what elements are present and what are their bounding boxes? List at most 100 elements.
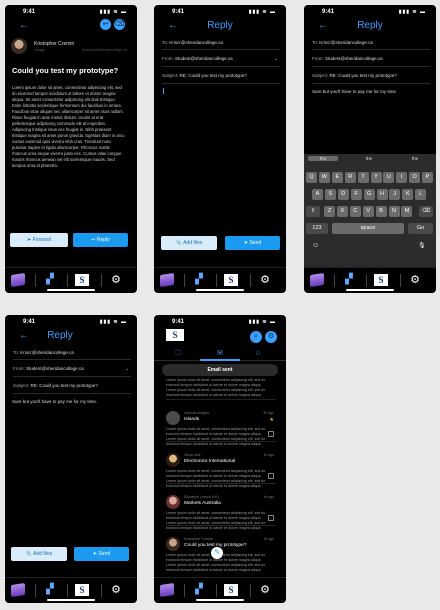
microphone-icon[interactable]: 🎙: [418, 242, 426, 249]
reply-body-input[interactable]: Sure but you'll have to pay me for my ti…: [12, 399, 97, 404]
space-key[interactable]: space: [332, 223, 404, 234]
teams-tab-icon[interactable]: ▞: [342, 274, 356, 286]
key-p[interactable]: P: [422, 172, 434, 183]
reply-round-button[interactable]: ↩: [100, 19, 111, 30]
books-tab-icon[interactable]: [11, 583, 25, 597]
sender-email: kcremin@sheridancollege.ca: [82, 48, 127, 52]
teams-tab-icon[interactable]: ▞: [192, 274, 206, 286]
back-arrow-icon[interactable]: ←: [19, 20, 29, 31]
key-u[interactable]: U: [383, 172, 395, 183]
suggestion-3[interactable]: the: [400, 156, 430, 161]
teams-tab-icon[interactable]: ▞: [43, 584, 57, 596]
chevron-down-icon[interactable]: ⌄: [125, 366, 129, 372]
key-g[interactable]: G: [363, 189, 375, 200]
key-e[interactable]: E: [331, 172, 343, 183]
suggestion-1[interactable]: the: [308, 156, 338, 161]
books-tab-icon[interactable]: [310, 273, 324, 287]
key-n[interactable]: N: [388, 206, 400, 217]
divider: [166, 525, 276, 526]
from-field[interactable]: From: Student@sheridancollege.ca: [312, 56, 430, 61]
from-field[interactable]: From: Student@sheridancollege.ca ⌄: [13, 366, 131, 371]
key-v[interactable]: V: [362, 206, 374, 217]
message-age: 1h ago: [263, 537, 274, 541]
settings-tab-icon[interactable]: ⚙: [109, 584, 123, 596]
go-key[interactable]: Go: [408, 223, 433, 234]
archive-icon[interactable]: ▫: [268, 431, 274, 437]
key-o[interactable]: O: [409, 172, 421, 183]
key-h[interactable]: H: [376, 189, 388, 200]
sheridan-tab-icon[interactable]: S: [75, 584, 89, 596]
settings-tab-icon[interactable]: ⚙: [109, 274, 123, 286]
trash-round-button[interactable]: ⌫: [114, 19, 125, 30]
list-item[interactable]: Sarah Ulik Electronics International 1h …: [154, 445, 286, 488]
sheridan-tab-icon[interactable]: S: [224, 584, 238, 596]
books-tab-icon[interactable]: [160, 583, 174, 597]
key-i[interactable]: I: [396, 172, 408, 183]
teams-tab-icon[interactable]: ▞: [43, 274, 57, 286]
key-d[interactable]: D: [337, 189, 349, 200]
books-tab-icon[interactable]: [160, 273, 174, 287]
star-icon[interactable]: ★: [270, 417, 274, 423]
subject-field[interactable]: Subject: RE: Could you test my prototype…: [162, 73, 280, 78]
key-t[interactable]: T: [357, 172, 369, 183]
subject-field[interactable]: Subject: RE: Could you test my prototype…: [13, 383, 131, 388]
sheridan-tab-icon[interactable]: S: [374, 274, 388, 286]
list-item[interactable]: Joshua Dengen Islands 4h ago ★ Lorem ips…: [154, 403, 286, 446]
compose-button[interactable]: ✎: [211, 547, 223, 559]
sheridan-tab-icon[interactable]: S: [224, 274, 238, 286]
send-button[interactable]: ➤ Send: [74, 547, 129, 561]
reply-button[interactable]: ↩ Reply: [73, 233, 128, 247]
key-j[interactable]: J: [389, 189, 401, 200]
folder-tab-icon[interactable]: 🗀: [168, 349, 188, 360]
inbox-tab-icon[interactable]: ✉: [210, 349, 230, 357]
list-item[interactable]: Elizabeth Lamon (VA) Markets Australia 1…: [154, 487, 286, 530]
key-y[interactable]: Y: [370, 172, 382, 183]
suggestion-2[interactable]: the: [354, 156, 384, 161]
add-files-button[interactable]: 📎 Add files: [161, 236, 217, 250]
settings-tab-icon[interactable]: ⚙: [258, 584, 272, 596]
reply-body-input[interactable]: Sure but you'll have to pay me for my ti…: [312, 89, 397, 94]
key-w[interactable]: W: [318, 172, 330, 183]
divider: [13, 359, 131, 360]
to-field[interactable]: To: Kriscr@sheridancollege.ca: [312, 40, 430, 45]
search-icon[interactable]: ⌕: [250, 331, 262, 343]
key-z[interactable]: Z: [324, 206, 335, 217]
key-l[interactable]: L: [415, 189, 427, 200]
chevron-down-icon[interactable]: ⌄: [274, 56, 278, 62]
key-a[interactable]: A: [312, 189, 323, 200]
books-tab-icon[interactable]: [11, 273, 25, 287]
key-b[interactable]: B: [375, 206, 387, 217]
sheridan-tab-icon[interactable]: S: [75, 274, 89, 286]
key-k[interactable]: K: [402, 189, 414, 200]
settings-tab-icon[interactable]: ⚙: [408, 274, 422, 286]
key-f[interactable]: F: [350, 189, 362, 200]
forward-button[interactable]: ➤ Forward: [10, 233, 68, 247]
shift-key[interactable]: ⇧: [306, 206, 320, 217]
teams-tab-icon[interactable]: ▞: [192, 584, 206, 596]
numbers-key[interactable]: 123: [306, 223, 328, 234]
add-files-button[interactable]: 📎 Add files: [11, 547, 67, 561]
key-s[interactable]: S: [324, 189, 336, 200]
to-field[interactable]: To: Kriscr@sheridancollege.ca: [162, 40, 280, 45]
emoji-icon[interactable]: ☺: [312, 242, 319, 249]
key-r[interactable]: R: [344, 172, 356, 183]
key-q[interactable]: Q: [306, 172, 317, 183]
archive-icon[interactable]: ▫: [268, 473, 274, 479]
list-item[interactable]: Lorem ipsum dolor sit amet, consectetur …: [154, 377, 286, 401]
key-x[interactable]: X: [336, 206, 348, 217]
message-age: 4h ago: [263, 411, 274, 415]
key-m[interactable]: M: [401, 206, 413, 217]
mailbox-tabs: 🗀 ✉ ☆: [154, 347, 286, 361]
settings-tab-icon[interactable]: ⚙: [258, 274, 272, 286]
tab-bar: ▞ S ⚙: [5, 267, 137, 293]
settings-icon[interactable]: ⚙: [265, 331, 277, 343]
subject-field[interactable]: Subject: RE: Could you test my prototype…: [312, 73, 430, 78]
send-button[interactable]: ➤ Send: [225, 236, 280, 250]
attach-icon: 📎: [175, 240, 182, 246]
from-field[interactable]: From: Student@sheridancollege.ca ⌄: [162, 56, 280, 61]
key-c[interactable]: C: [349, 206, 361, 217]
to-field[interactable]: To: Kriscr@sheridancollege.ca: [13, 350, 131, 355]
archive-icon[interactable]: ▫: [268, 515, 274, 521]
delete-key[interactable]: ⌫: [419, 206, 433, 217]
starred-tab-icon[interactable]: ☆: [248, 349, 268, 357]
